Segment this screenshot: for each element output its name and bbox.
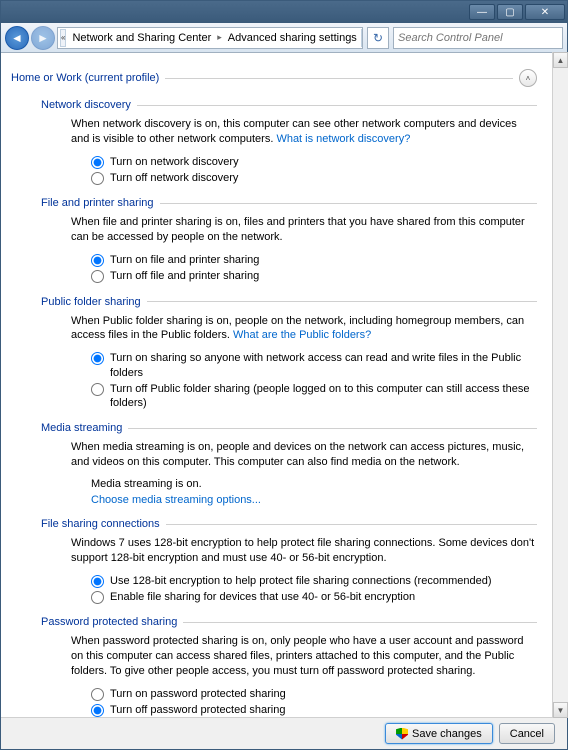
shield-icon: [396, 728, 408, 740]
section-file-printer: File and printer sharing: [41, 197, 537, 209]
section-password-protected: Password protected sharing: [41, 616, 537, 628]
cancel-button[interactable]: Cancel: [499, 723, 555, 744]
profile-header: Home or Work (current profile) ˄: [11, 69, 537, 87]
forward-button[interactable]: ►: [31, 26, 55, 50]
media-streaming-status: Media streaming is on.: [91, 478, 537, 490]
radio-nd-off[interactable]: Turn off network discovery: [91, 171, 537, 185]
radio-pp-on[interactable]: Turn on password protected sharing: [91, 687, 537, 701]
window: — ▢ ✕ ◄ ► « Network and Sharing Center ▸…: [0, 0, 568, 750]
radio-fp-on[interactable]: Turn on file and printer sharing: [91, 253, 537, 267]
radio-nd-on[interactable]: Turn on network discovery: [91, 155, 537, 169]
save-changes-button[interactable]: Save changes: [385, 723, 493, 744]
breadcrumb-history-icon[interactable]: «: [60, 29, 66, 47]
content-area: Home or Work (current profile) ˄ Network…: [1, 53, 567, 717]
chevron-right-icon: ▸: [215, 32, 224, 43]
profile-title: Home or Work (current profile): [11, 72, 159, 84]
radio-fsc-128[interactable]: Use 128-bit encryption to help protect f…: [91, 574, 537, 588]
back-button[interactable]: ◄: [5, 26, 29, 50]
close-button[interactable]: ✕: [525, 4, 565, 20]
media-streaming-desc: When media streaming is on, people and d…: [71, 440, 537, 470]
radio-pf-off[interactable]: Turn off Public folder sharing (people l…: [91, 382, 537, 411]
navbar: ◄ ► « Network and Sharing Center ▸ Advan…: [1, 23, 567, 53]
maximize-button[interactable]: ▢: [497, 4, 523, 20]
password-protected-desc: When password protected sharing is on, o…: [71, 634, 537, 679]
breadcrumb-item-1[interactable]: Network and Sharing Center: [68, 32, 215, 44]
section-media-streaming: Media streaming: [41, 422, 537, 434]
refresh-button[interactable]: ↻: [367, 27, 389, 49]
file-sharing-conn-desc: Windows 7 uses 128-bit encryption to hel…: [71, 536, 537, 566]
file-printer-desc: When file and printer sharing is on, fil…: [71, 215, 537, 245]
search-field[interactable]: [398, 32, 558, 44]
media-streaming-link[interactable]: Choose media streaming options...: [91, 494, 261, 506]
section-network-discovery: Network discovery: [41, 99, 537, 111]
radio-fsc-40[interactable]: Enable file sharing for devices that use…: [91, 590, 537, 604]
breadcrumb-dropdown-icon[interactable]: ▾: [361, 29, 363, 47]
radio-pp-off[interactable]: Turn off password protected sharing: [91, 703, 537, 717]
radio-fp-off[interactable]: Turn off file and printer sharing: [91, 269, 537, 283]
public-folder-desc: When Public folder sharing is on, people…: [71, 314, 537, 344]
minimize-button[interactable]: —: [469, 4, 495, 20]
scrollbar[interactable]: ▲ ▼: [552, 52, 568, 718]
section-file-sharing-conn: File sharing connections: [41, 518, 537, 530]
section-public-folder: Public folder sharing: [41, 296, 537, 308]
breadcrumb[interactable]: « Network and Sharing Center ▸ Advanced …: [57, 27, 363, 49]
radio-pf-on[interactable]: Turn on sharing so anyone with network a…: [91, 351, 537, 380]
public-folder-link[interactable]: What are the Public folders?: [233, 329, 371, 341]
breadcrumb-item-2[interactable]: Advanced sharing settings: [224, 32, 361, 44]
scroll-down-icon[interactable]: ▼: [553, 702, 568, 718]
network-discovery-desc: When network discovery is on, this compu…: [71, 117, 537, 147]
titlebar: — ▢ ✕: [1, 1, 567, 23]
scroll-up-icon[interactable]: ▲: [553, 52, 568, 68]
footer: Save changes Cancel: [1, 717, 567, 749]
search-input[interactable]: [393, 27, 563, 49]
network-discovery-link[interactable]: What is network discovery?: [276, 133, 410, 145]
collapse-button[interactable]: ˄: [519, 69, 537, 87]
